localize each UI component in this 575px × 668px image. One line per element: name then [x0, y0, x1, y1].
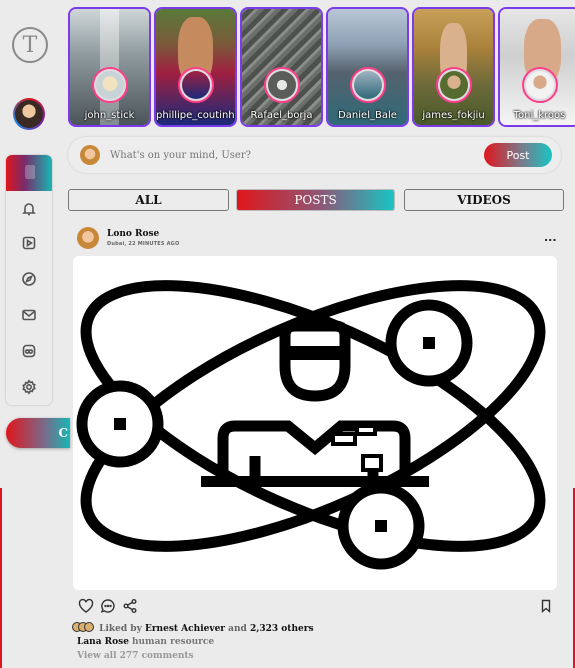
story-name: john_stick: [84, 110, 135, 121]
story-avatar: [264, 67, 300, 103]
liker-avatars: [72, 622, 94, 632]
gear-icon: [22, 379, 36, 395]
story-card[interactable]: Daniel_Bale: [326, 7, 409, 127]
liked-by-and: and: [228, 624, 247, 634]
caption-user[interactable]: Lana Rose: [77, 637, 129, 647]
story-name: Toni_kroos: [513, 110, 566, 121]
sidebar-item-messages[interactable]: [21, 307, 37, 323]
story-card[interactable]: james_fokjiu: [412, 7, 495, 127]
story-card[interactable]: john_stick: [68, 7, 151, 127]
caption-text: human resource: [131, 637, 215, 647]
tab-videos[interactable]: VIDEOS: [404, 189, 564, 211]
bookmark-icon: [541, 599, 551, 614]
story-card[interactable]: Toni_kroos: [498, 7, 575, 127]
video-icon: [22, 236, 36, 250]
story-name: james_fokjiu: [422, 110, 485, 121]
whats-on-your-mind-input[interactable]: [110, 147, 410, 163]
share-icon: [123, 599, 137, 613]
mail-icon: [22, 309, 36, 321]
create-button[interactable]: C: [6, 418, 70, 448]
post-more-button[interactable]: ...: [544, 231, 557, 244]
post-meta: Dubai, 22 MINUTES AGO: [107, 241, 180, 247]
profile-avatar[interactable]: [13, 98, 45, 130]
sidebar-item-explore[interactable]: [21, 271, 37, 287]
story-avatar: [350, 67, 386, 103]
home-icon: [25, 165, 35, 179]
story-name: Rafael_borja: [250, 110, 313, 121]
share-button[interactable]: [122, 598, 138, 614]
liked-by-user[interactable]: Ernest Achiever: [145, 624, 225, 634]
sidebar-item-notifications[interactable]: [21, 201, 37, 217]
story-card[interactable]: Rafael_borja: [240, 7, 323, 127]
like-button[interactable]: [78, 598, 94, 614]
atom-person-illustration: [76, 280, 546, 570]
post-composer: Post: [68, 137, 561, 173]
story-name: phillipe_coutinho: [156, 110, 237, 121]
view-comments-link[interactable]: View all 277 comments: [77, 651, 194, 661]
comment-button[interactable]: [100, 598, 116, 614]
stories-strip: john_stick phillipe_coutinho Rafael_borj…: [68, 7, 575, 127]
story-avatar: [522, 67, 558, 103]
bell-icon: [22, 203, 36, 216]
story-avatar: [436, 67, 472, 103]
group-icon: [22, 344, 36, 358]
sidebar-nav: [6, 155, 52, 405]
story-avatar: [92, 67, 128, 103]
post-caption: Lana Rose human resource: [77, 637, 214, 647]
sidebar-item-groups[interactable]: [21, 343, 37, 359]
post-author-avatar[interactable]: [77, 227, 99, 249]
story-name: Daniel_Bale: [338, 110, 397, 121]
comment-icon: [100, 599, 115, 613]
app-logo[interactable]: T: [12, 27, 48, 63]
tab-all[interactable]: ALL: [68, 189, 229, 211]
liked-by-prefix: Liked by: [99, 624, 142, 634]
tab-posts[interactable]: POSTS: [236, 189, 395, 211]
frame-line-left: [0, 488, 2, 668]
composer-avatar: [80, 145, 100, 165]
post-button[interactable]: Post: [484, 143, 552, 167]
liked-by: Liked by Ernest Achiever and 2,323 other…: [72, 622, 314, 634]
save-button[interactable]: [538, 598, 554, 614]
sidebar-item-home[interactable]: [6, 155, 52, 191]
story-card[interactable]: phillipe_coutinho: [154, 7, 237, 127]
story-avatar: [178, 67, 214, 103]
post-author-name[interactable]: Lono Rose: [107, 229, 159, 239]
sidebar-item-settings[interactable]: [21, 379, 37, 395]
heart-icon: [78, 598, 94, 613]
post-image[interactable]: [73, 256, 557, 590]
liked-by-others[interactable]: 2,323 others: [250, 624, 314, 634]
sidebar-item-videos[interactable]: [21, 235, 37, 251]
compass-icon: [22, 272, 36, 286]
